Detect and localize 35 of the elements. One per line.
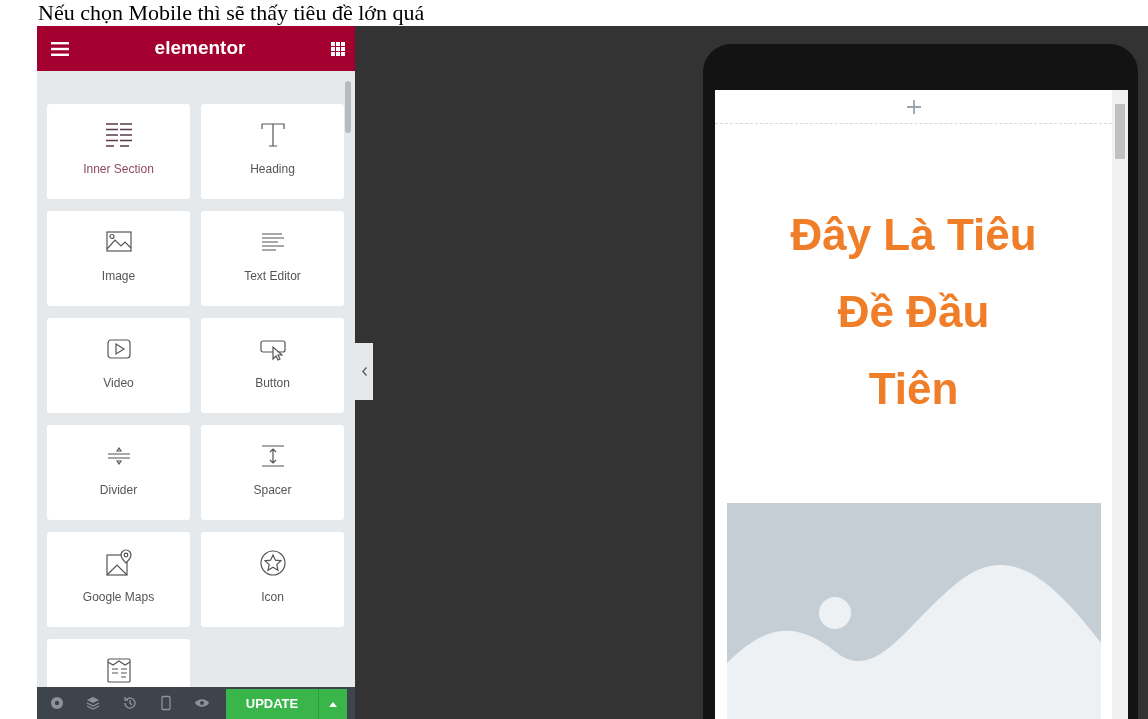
widget-card[interactable]: Text Editor [201, 211, 344, 306]
widget-label: Video [103, 375, 134, 392]
history-icon[interactable] [121, 695, 138, 711]
logo-text: elementor [154, 36, 246, 61]
caret-up-icon [329, 701, 337, 707]
widget-card[interactable]: Spacer [201, 425, 344, 520]
columns-icon [103, 120, 134, 150]
caption-text: Nếu chọn Mobile thì sẽ thấy tiêu đề lớn quá [37, 0, 426, 26]
chevron-left-icon [361, 367, 367, 376]
menu-icon[interactable] [51, 41, 69, 56]
grid-icon[interactable] [331, 41, 345, 56]
widget-card[interactable]: Image [47, 211, 190, 306]
widget-card[interactable]: Google Maps [47, 532, 190, 627]
map-pin-icon [103, 548, 134, 578]
widget-label: Google Maps [82, 589, 155, 606]
scrollbar[interactable] [1112, 90, 1128, 719]
widget-label: Inner Section [83, 161, 154, 178]
widget-card[interactable]: Divider [47, 425, 190, 520]
scrollbar-thumb[interactable] [345, 81, 351, 133]
widget-label: Button [255, 375, 290, 392]
widget-label: Divider [99, 482, 138, 499]
widget-card[interactable]: Icon [201, 532, 344, 627]
widget-card[interactable]: Video [47, 318, 190, 413]
widget-card[interactable]: Heading [201, 104, 344, 199]
page-heading: Đây Là Tiêu Đề Đầu Tiên [789, 209, 1038, 415]
widget-label: Heading [250, 161, 295, 178]
widget-card[interactable]: Inner Section [47, 104, 190, 199]
widget-label: Text Editor [244, 268, 301, 285]
widget-card[interactable]: Button [201, 318, 344, 413]
layers-icon[interactable] [85, 695, 102, 711]
widget-label: Spacer [253, 482, 292, 499]
add-section-icon[interactable] [905, 98, 922, 115]
widget-label: Image [101, 268, 136, 285]
widget-label: Icon [261, 589, 284, 606]
publish-options-button[interactable] [318, 689, 347, 719]
